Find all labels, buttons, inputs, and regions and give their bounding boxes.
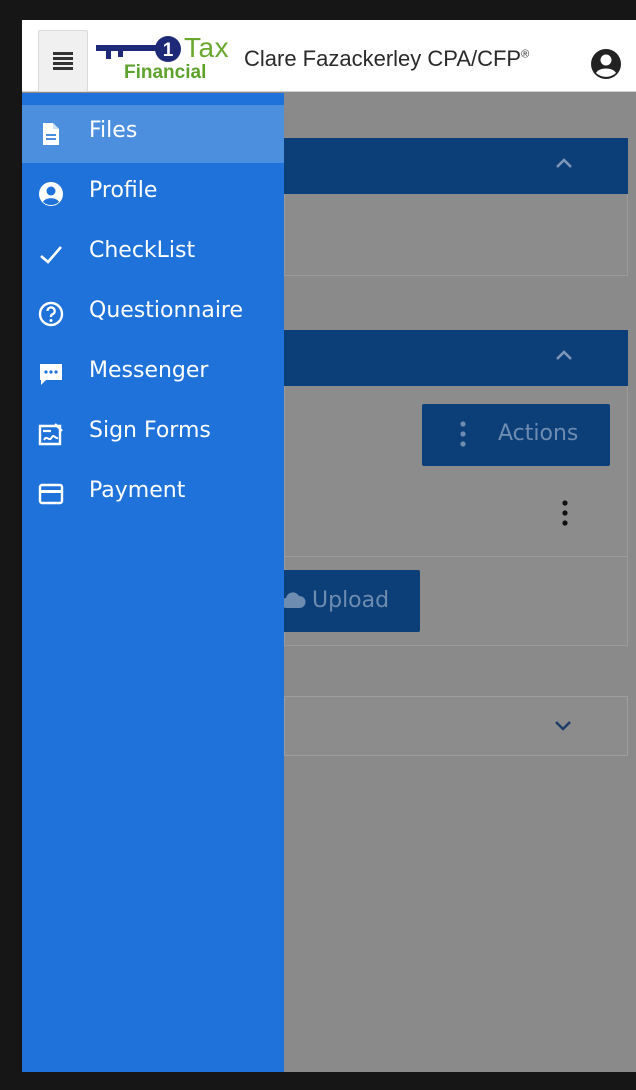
file-icon: [43, 123, 59, 145]
app-header: 1 Tax Financial Clare Fazackerley CPA/CF…: [22, 20, 636, 92]
account-circle-icon: [39, 182, 63, 206]
nav-item-payment[interactable]: Payment: [22, 465, 284, 523]
documents-card-header[interactable]: [284, 330, 628, 386]
more-vertical-icon: [460, 421, 466, 447]
credit-card-icon: [38, 483, 64, 505]
logo-word-financial: Financial: [124, 62, 207, 83]
check-icon: [40, 246, 62, 264]
nav-item-checklist[interactable]: CheckList: [22, 225, 284, 283]
app-screen: Actions Upload 1 Tax Financial Clare Faz…: [22, 20, 636, 1072]
nav-item-sign-forms[interactable]: Sign Forms: [22, 405, 284, 463]
chevron-up-icon[interactable]: [554, 348, 574, 362]
menu-button[interactable]: [38, 30, 88, 92]
device-frame: Actions Upload 1 Tax Financial Clare Faz…: [0, 0, 636, 1090]
more-vertical-icon[interactable]: [562, 500, 568, 526]
nav-label: Sign Forms: [89, 418, 211, 443]
upload-button-label: Upload: [312, 588, 390, 613]
actions-button-label: Actions: [498, 421, 579, 446]
nav-item-files[interactable]: Files: [22, 105, 284, 163]
logo-word-tax: Tax: [184, 32, 230, 63]
nav-item-profile[interactable]: Profile: [22, 165, 284, 223]
registered-mark: ®: [521, 48, 530, 61]
nav-label: CheckList: [89, 238, 196, 263]
nav-label: Payment: [89, 478, 186, 503]
question-circle-icon: [38, 301, 64, 327]
nav-label: Questionnaire: [89, 298, 244, 323]
chevron-down-icon[interactable]: [553, 719, 573, 733]
actions-button[interactable]: Actions: [422, 404, 610, 466]
hamburger-icon: [53, 52, 73, 70]
files-card-header[interactable]: [284, 138, 628, 194]
firm-name-text: Clare Fazackerley CPA/CFP: [244, 46, 522, 71]
firm-name: Clare Fazackerley CPA/CFP®: [244, 46, 529, 72]
nav-label: Messenger: [89, 358, 209, 383]
navigation-drawer: Files Profile CheckList Questionnaire Me…: [22, 93, 284, 1072]
nav-item-messenger[interactable]: Messenger: [22, 345, 284, 403]
key-logo-icon: 1: [96, 36, 181, 62]
upload-button[interactable]: Upload: [268, 570, 420, 632]
files-card-body: [284, 194, 628, 276]
nav-label: Profile: [89, 178, 158, 203]
nav-label: Files: [89, 118, 138, 143]
account-circle-icon[interactable]: [590, 48, 622, 80]
nav-item-questionnaire[interactable]: Questionnaire: [22, 285, 284, 343]
svg-text:1: 1: [163, 40, 174, 61]
collapsed-section[interactable]: [284, 696, 628, 756]
chat-bubble-icon: [40, 364, 62, 385]
divider: [284, 556, 628, 557]
chevron-up-icon[interactable]: [554, 156, 574, 170]
sign-document-icon: [38, 423, 63, 446]
brand-logo: 1 Tax Financial: [96, 32, 244, 88]
